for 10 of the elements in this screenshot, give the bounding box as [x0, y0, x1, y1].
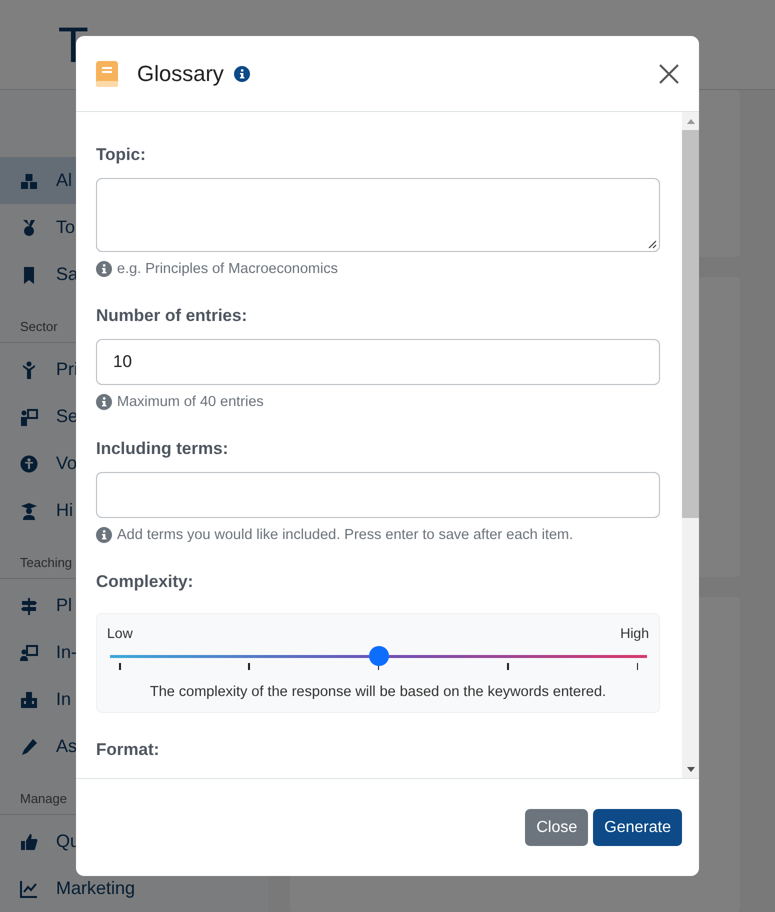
hint-text: Maximum of 40 entries — [117, 393, 264, 412]
dialog-title: Glossary — [137, 60, 224, 86]
slider-note: The complexity of the response will be based on the keywords entered. — [148, 684, 608, 700]
hint-text: e.g. Principles of Macroeconomics — [117, 260, 338, 279]
hint-text: Add terms you would like included. Press enter to save after each item. — [117, 526, 574, 545]
slider-max-label: High — [620, 624, 649, 643]
slider-min-label: Low — [107, 624, 133, 643]
field-label: Topic: — [96, 144, 147, 166]
field-label: Including terms: — [96, 438, 230, 460]
field-label: Format: — [96, 739, 160, 761]
